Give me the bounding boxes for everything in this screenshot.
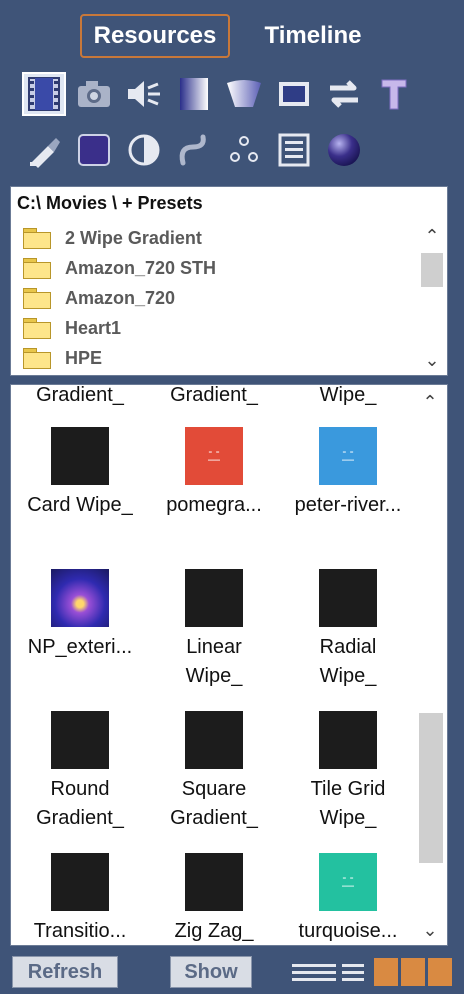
thumbnail-scrollbar[interactable]: ⌃ ⌄ [417,389,445,943]
sphere-icon[interactable] [322,128,366,172]
folder-label: 2 Wipe Gradient [65,227,202,248]
thumbnail-label: Wipe_ [319,665,377,687]
folder-label: Amazon_720 [65,287,176,308]
thumbnail-label: Square [181,778,247,800]
contrast-icon[interactable] [122,128,166,172]
thumbnail-item[interactable]: Card Wipe_ [13,427,147,520]
folder-icon [23,228,51,249]
thumbnail-image [51,569,109,627]
thumbnail-label: Wipe_ [319,807,377,829]
thumbnail-label: Gradient_ [170,807,258,829]
tab-resources[interactable]: Resources [80,14,230,58]
thumbnail-browser: Gradient_ Gradient_ Wipe_ Card Wipe_ - -… [10,384,448,946]
thumbnail-item[interactable]: Zig Zag_ [147,853,281,945]
thumbnail-image [51,427,109,485]
thumbnail-image [51,711,109,769]
text-icon[interactable] [372,72,416,116]
curve-icon[interactable] [172,128,216,172]
scroll-thumb[interactable] [419,713,443,863]
thumbnail-image [51,853,109,911]
folder-icon [23,318,51,339]
thumbnail-item[interactable]: Radial Wipe_ [281,569,415,691]
tab-bar: Resources Timeline [0,14,464,60]
thumbnail-item[interactable]: - - — turquoise... [281,853,415,945]
bottom-bar: Refresh Show [0,952,464,990]
swap-icon[interactable] [322,72,366,116]
folder-label: Heart1 [65,317,122,338]
folder-item[interactable]: HPE [23,343,415,373]
thumbnail-item[interactable]: Round Gradient_ [13,711,147,833]
folder-browser: C:\ Movies \ + Presets 2 Wipe Gradient A… [10,186,448,376]
thumbnail-label: NP_exteri... [27,636,133,658]
folder-label: Amazon_720 STH [65,257,217,278]
thumbnail-image: - - — [319,853,377,911]
thumbnail-item[interactable]: - - — pomegra... [147,427,281,520]
thumbnail-label: Gradient_ [170,384,258,406]
thumbnail-label: Tile Grid [310,778,386,800]
thumbnail-item[interactable]: Square Gradient_ [147,711,281,833]
thumbnail-item[interactable]: Linear Wipe_ [147,569,281,691]
thumbnail-image: - - — [319,427,377,485]
folder-item[interactable]: 2 Wipe Gradient [23,223,415,253]
toolbar-row-2 [22,128,366,172]
thumbnail-label: Card Wipe_ [27,494,133,516]
thumbnail-item[interactable]: NP_exteri... [13,569,147,662]
folder-path: C:\ Movies \ + Presets [17,193,203,213]
folder-list: 2 Wipe Gradient Amazon_720 STH Amazon_72… [23,223,415,373]
thumbnail-label: pomegra... [166,494,262,516]
thumbnail-label: peter-river... [294,494,402,516]
list-view-icon[interactable] [292,958,366,986]
film-icon[interactable] [22,72,66,116]
window-icon[interactable] [272,72,316,116]
speaker-icon[interactable] [122,72,166,116]
thumbnail-label: Gradient_ [36,384,124,406]
folder-item[interactable]: Amazon_720 STH [23,253,415,283]
scroll-thumb[interactable] [421,253,443,287]
thumbnail-image [319,569,377,627]
folder-label: HPE [65,347,103,368]
particles-icon[interactable] [222,128,266,172]
folder-item[interactable]: Heart1 [23,313,415,343]
folder-icon [23,258,51,279]
thumbnail-label: turquoise... [298,920,398,942]
folder-icon [23,348,51,369]
thumbnail-item[interactable]: - - — peter-river... [281,427,415,520]
thumbnail-label: Round [50,778,110,800]
shape-icon[interactable] [222,72,266,116]
scroll-down-icon[interactable]: ⌄ [419,347,445,373]
thumbnail-image [185,711,243,769]
camera-icon[interactable] [72,72,116,116]
brush-icon[interactable] [22,128,66,172]
thumbnail-label: Linear [186,636,242,658]
folder-icon [23,288,51,309]
scroll-up-icon[interactable]: ⌃ [419,223,445,249]
thumbnail-label: Transitio... [33,920,127,942]
thumbnail-image [319,711,377,769]
thumbnail-image [185,569,243,627]
thumbnail-label: Zig Zag_ [174,920,254,942]
toolbar-row-1 [22,72,416,116]
thumbnail-label: Gradient_ [36,807,124,829]
grid-view-icon[interactable] [374,958,452,986]
thumbnail-image: - - — [185,427,243,485]
refresh-button[interactable]: Refresh [12,956,118,988]
thumbnail-label: Wipe_ [185,665,243,687]
thumbnail-label: Wipe_ [319,384,377,406]
square-icon[interactable] [72,128,116,172]
tab-timeline[interactable]: Timeline [248,14,378,58]
list-icon[interactable] [272,128,316,172]
gradient-icon[interactable] [172,72,216,116]
scroll-up-icon[interactable]: ⌃ [417,389,443,415]
folder-scrollbar[interactable]: ⌃ ⌄ [419,223,445,373]
scroll-down-icon[interactable]: ⌄ [417,917,443,943]
thumbnail-item[interactable]: Tile Grid Wipe_ [281,711,415,833]
show-button[interactable]: Show [170,956,252,988]
thumbnail-item[interactable]: Transitio... [13,853,147,945]
thumbnail-image [185,853,243,911]
folder-item[interactable]: Amazon_720 [23,283,415,313]
thumbnail-label: Radial [319,636,377,658]
